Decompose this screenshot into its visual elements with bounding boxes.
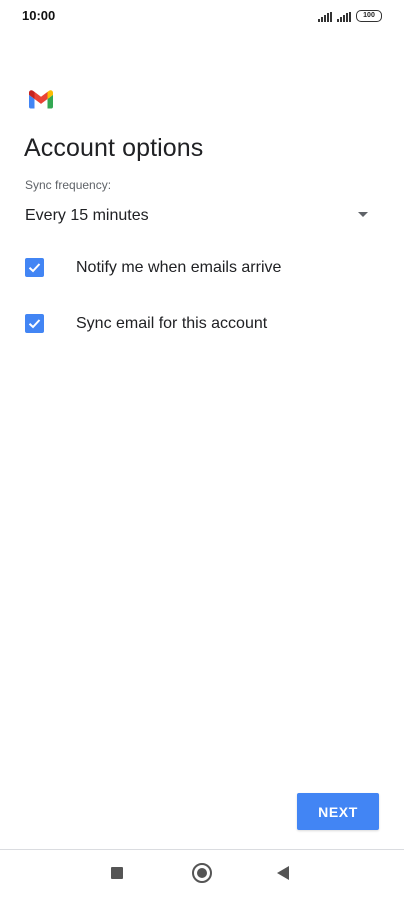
home-icon[interactable] (192, 863, 212, 883)
checkmark-icon (28, 319, 41, 329)
recents-icon[interactable] (111, 867, 123, 879)
page-title: Account options (24, 134, 204, 162)
battery-level: 100 (363, 12, 375, 19)
navigation-bar (0, 850, 404, 897)
sync-frequency-label: Sync frequency: (25, 178, 112, 192)
notify-emails-label: Notify me when emails arrive (76, 259, 282, 276)
battery-icon: 100 (356, 10, 382, 22)
status-bar: 10:00 100 (0, 0, 404, 34)
next-button[interactable]: NEXT (297, 793, 379, 830)
sync-frequency-value: Every 15 minutes (25, 207, 149, 224)
checkmark-icon (28, 263, 41, 273)
signal-icon (337, 12, 351, 22)
gmail-logo-icon (29, 90, 53, 109)
notify-emails-checkbox[interactable] (25, 258, 44, 277)
status-time: 10:00 (22, 8, 56, 23)
signal-icon (318, 12, 332, 22)
sync-email-option[interactable]: Sync email for this account (24, 310, 380, 338)
notify-emails-option[interactable]: Notify me when emails arrive (24, 254, 380, 282)
back-icon[interactable] (277, 866, 289, 880)
sync-email-label: Sync email for this account (76, 315, 268, 332)
sync-frequency-dropdown[interactable]: Every 15 minutes (24, 200, 374, 232)
dropdown-arrow-icon (358, 212, 368, 217)
sync-email-checkbox[interactable] (25, 314, 44, 333)
status-icons: 100 (318, 10, 382, 22)
